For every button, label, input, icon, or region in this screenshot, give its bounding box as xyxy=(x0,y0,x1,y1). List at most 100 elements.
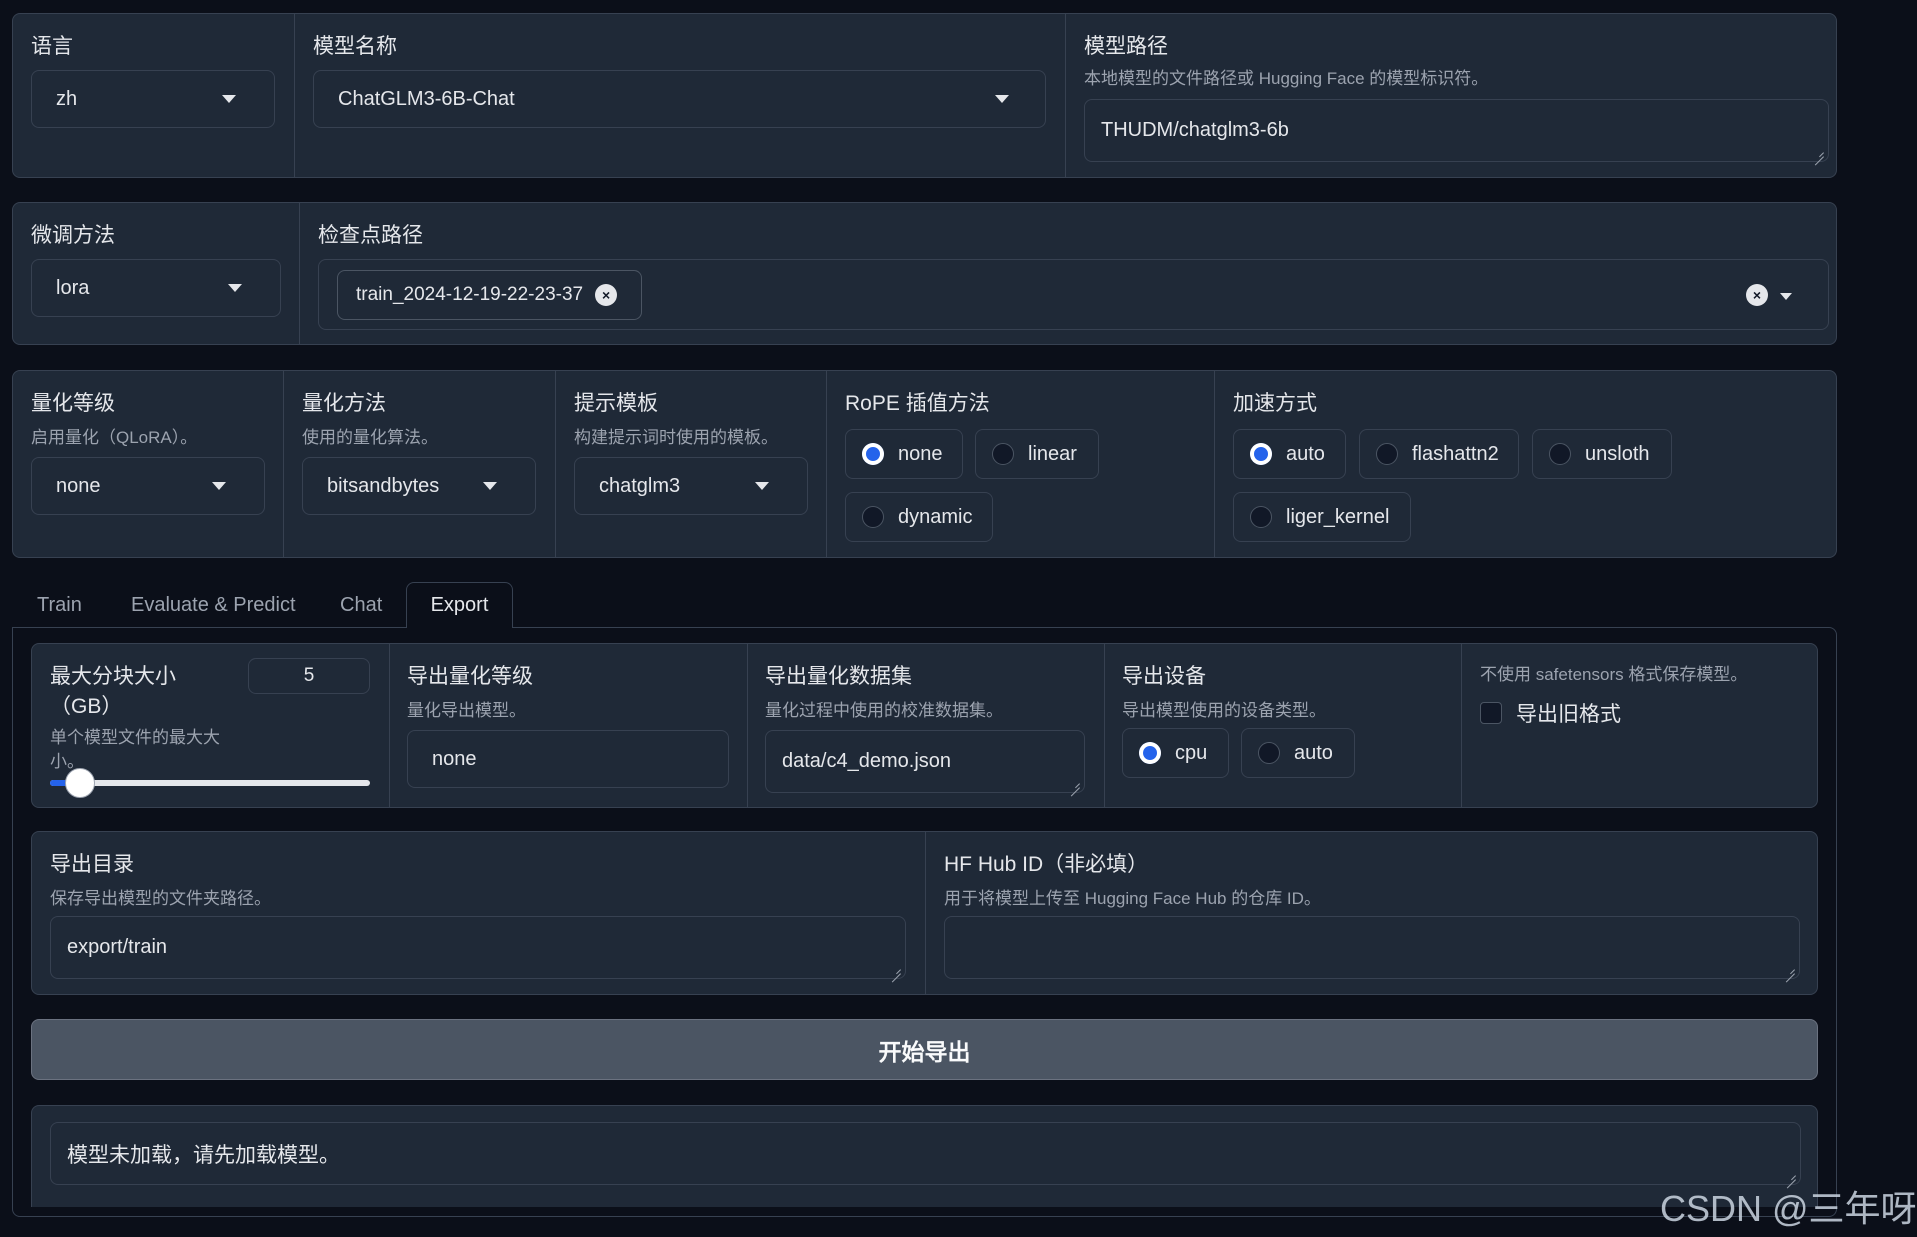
tab-train[interactable]: Train xyxy=(37,582,82,628)
quant-bit-info: 启用量化（QLoRA）。 xyxy=(31,428,198,447)
rope-option-label: dynamic xyxy=(898,505,973,528)
tab-export[interactable]: Export xyxy=(406,582,513,628)
quant-method-value: bitsandbytes xyxy=(327,474,440,497)
resize-handle-icon[interactable] xyxy=(1814,147,1824,157)
resize-handle-icon[interactable] xyxy=(1786,1170,1796,1180)
booster-option-label: unsloth xyxy=(1585,442,1650,465)
adapter-settings-row: 微调方法 lora 检查点路径 train_2024-12-19-22-23-3… xyxy=(12,202,1837,345)
lang-dropdown[interactable]: zh xyxy=(31,70,275,128)
model-path-value: THUDM/chatglm3-6b xyxy=(1101,119,1289,141)
radio-checked-icon xyxy=(1139,742,1161,764)
export-quant-dataset-input[interactable]: data/c4_demo.json xyxy=(765,730,1085,793)
radio-unchecked-icon xyxy=(862,506,884,528)
booster-option-label: liger_kernel xyxy=(1286,505,1390,528)
resize-handle-icon[interactable] xyxy=(891,964,901,974)
model-path-info: 本地模型的文件路径或 Hugging Face 的模型标识符。 xyxy=(1084,69,1489,88)
finetune-value: lora xyxy=(56,276,90,299)
resize-handle-icon[interactable] xyxy=(1070,778,1080,788)
remove-chip-icon[interactable]: × xyxy=(595,284,618,306)
booster-label: 加速方式 xyxy=(1233,392,1317,415)
output-text: 模型未加载，请先加载模型。 xyxy=(67,1143,340,1167)
export-device-option-label: cpu xyxy=(1175,741,1208,764)
export-dir-input[interactable]: export/train xyxy=(50,916,906,979)
booster-option-liger-kernel[interactable]: liger_kernel xyxy=(1233,492,1411,542)
shard-size-number[interactable]: 5 xyxy=(248,658,370,694)
resize-handle-icon[interactable] xyxy=(1785,964,1795,974)
export-quant-dataset-label: 导出量化数据集 量化过程中使用的校准数据集。 xyxy=(765,665,1003,720)
model-path-input[interactable]: THUDM/chatglm3-6b xyxy=(1084,99,1829,162)
export-quant-dataset-info: 量化过程中使用的校准数据集。 xyxy=(765,701,1003,720)
watermark: CSDN @三年呀 xyxy=(1660,1188,1917,1229)
export-quant-bit-value: none xyxy=(432,747,477,770)
checkpoint-chip: train_2024-12-19-22-23-37 × xyxy=(337,270,642,320)
export-options-row: 最大分块大小（GB） 单个模型文件的最大大小。 5 导出量化等级 量化导出模型。 … xyxy=(31,643,1818,808)
model-name-value: ChatGLM3-6B-Chat xyxy=(338,87,515,110)
booster-option-label: flashattn2 xyxy=(1412,442,1499,465)
start-export-label: 开始导出 xyxy=(878,1038,971,1065)
checkpoint-chip-label: train_2024-12-19-22-23-37 xyxy=(356,284,584,305)
radio-unchecked-icon xyxy=(1549,443,1571,465)
template-info: 构建提示词时使用的模板。 xyxy=(574,428,778,447)
export-dir-label: 导出目录 保存导出模型的文件夹路径。 xyxy=(50,853,271,908)
quant-method-label: 量化方法 使用的量化算法。 xyxy=(302,392,438,447)
start-export-button[interactable]: 开始导出 xyxy=(31,1019,1818,1080)
export-quant-bit-label: 导出量化等级 量化导出模型。 xyxy=(407,665,533,720)
lang-label: 语言 xyxy=(31,35,73,58)
export-legacy-checkbox[interactable]: 导出旧格式 xyxy=(1480,698,1621,728)
shard-size-slider[interactable] xyxy=(50,768,370,798)
export-legacy-info: 不使用 safetensors 格式保存模型。 xyxy=(1480,665,1748,684)
export-quant-bit-dropdown[interactable]: none xyxy=(407,730,729,788)
chevron-down-icon xyxy=(483,482,497,490)
rope-label: RoPE 插值方法 xyxy=(845,392,990,415)
chevron-down-icon xyxy=(222,95,236,103)
quant-bit-dropdown[interactable]: none xyxy=(31,457,265,515)
quant-method-dropdown[interactable]: bitsandbytes xyxy=(302,457,536,515)
template-dropdown[interactable]: chatglm3 xyxy=(574,457,808,515)
slider-thumb[interactable] xyxy=(65,768,95,798)
chevron-down-icon xyxy=(228,284,242,292)
booster-option-flashattn2[interactable]: flashattn2 xyxy=(1359,429,1519,479)
checkpoint-label: 检查点路径 xyxy=(318,224,423,247)
booster-option-unsloth[interactable]: unsloth xyxy=(1532,429,1672,479)
shard-size-value: 5 xyxy=(303,665,315,686)
radio-unchecked-icon xyxy=(1376,443,1398,465)
hub-id-info: 用于将模型上传至 Hugging Face Hub 的仓库 ID。 xyxy=(944,889,1321,908)
quant-bit-value: none xyxy=(56,474,101,497)
rope-option-linear[interactable]: linear xyxy=(975,429,1099,479)
export-quant-dataset-value: data/c4_demo.json xyxy=(782,750,952,772)
rope-option-none[interactable]: none xyxy=(845,429,963,479)
export-device-option-cpu[interactable]: cpu xyxy=(1122,728,1229,778)
template-value: chatglm3 xyxy=(599,474,681,497)
finetune-dropdown[interactable]: lora xyxy=(31,259,281,317)
checkbox-unchecked-icon xyxy=(1480,702,1502,724)
quant-bit-label: 量化等级 启用量化（QLoRA）。 xyxy=(31,392,198,447)
export-quant-bit-info: 量化导出模型。 xyxy=(407,701,526,720)
hub-id-input[interactable] xyxy=(944,916,1800,979)
radio-unchecked-icon xyxy=(1258,742,1280,764)
booster-option-auto[interactable]: auto xyxy=(1233,429,1346,479)
checkpoint-multiselect[interactable]: train_2024-12-19-22-23-37 × × xyxy=(318,259,1829,330)
model-name-label: 模型名称 xyxy=(313,35,397,58)
rope-option-dynamic[interactable]: dynamic xyxy=(845,492,993,542)
export-dir-info: 保存导出模型的文件夹路径。 xyxy=(50,889,271,908)
chevron-down-icon xyxy=(212,482,226,490)
export-device-info: 导出模型使用的设备类型。 xyxy=(1122,701,1326,720)
radio-checked-icon xyxy=(1250,443,1272,465)
export-dir-row: 导出目录 保存导出模型的文件夹路径。 export/train HF Hub ID… xyxy=(31,831,1818,995)
export-dir-value: export/train xyxy=(67,936,168,958)
clear-all-icon[interactable]: × xyxy=(1746,284,1768,306)
export-legacy-label: 导出旧格式 xyxy=(1516,703,1621,726)
output-box-wrapper: 模型未加载，请先加载模型。 xyxy=(31,1105,1818,1207)
tab-chat[interactable]: Chat xyxy=(340,582,382,628)
export-device-option-label: auto xyxy=(1294,741,1333,764)
tab-evaluate-predict[interactable]: Evaluate & Predict xyxy=(131,582,296,628)
output-box[interactable]: 模型未加载，请先加载模型。 xyxy=(50,1122,1801,1185)
export-device-label: 导出设备 导出模型使用的设备类型。 xyxy=(1122,665,1326,720)
rope-option-label: none xyxy=(898,442,943,465)
template-label: 提示模板 构建提示词时使用的模板。 xyxy=(574,392,778,447)
export-panel: 最大分块大小（GB） 单个模型文件的最大大小。 5 导出量化等级 量化导出模型。 … xyxy=(12,627,1837,1217)
model-path-label: 模型路径 本地模型的文件路径或 Hugging Face 的模型标识符。 xyxy=(1084,35,1489,88)
model-name-dropdown[interactable]: ChatGLM3-6B-Chat xyxy=(313,70,1046,128)
export-device-option-auto[interactable]: auto xyxy=(1241,728,1355,778)
booster-option-label: auto xyxy=(1286,442,1325,465)
